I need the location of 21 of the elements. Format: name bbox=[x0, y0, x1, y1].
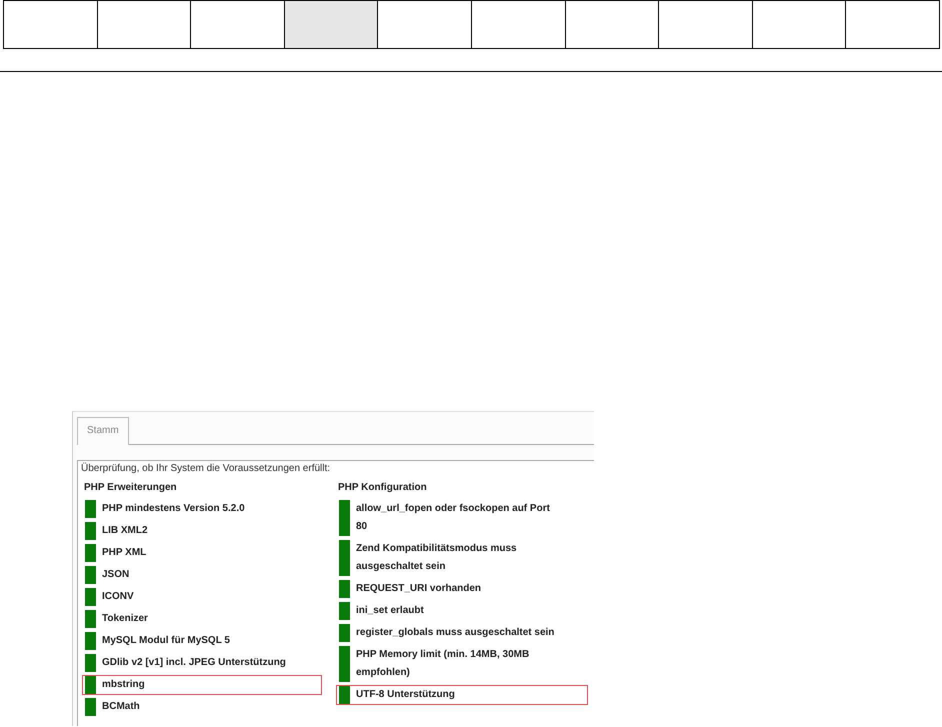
section-heading: PHP Konfiguration bbox=[338, 482, 428, 493]
requirement-label: REQUEST_URI vorhanden bbox=[356, 582, 482, 596]
tab[interactable]: Stamm bbox=[77, 417, 129, 445]
requirement-label: ini_set erlaubt bbox=[356, 604, 424, 618]
requirement-label: allow_url_fopen oder fsockopen auf Port 80 bbox=[356, 502, 551, 534]
requirement-label: Tokenizer bbox=[102, 612, 148, 626]
requirement-label: mbstring bbox=[102, 678, 145, 692]
requirement-label: BCMath bbox=[102, 700, 140, 714]
requirement-label: PHP Memory limit (min. 14MB, 30MB empfohlen) bbox=[356, 648, 530, 680]
requirement-label: GDlib v2 [v1] incl. JPEG Unterstützung bbox=[102, 656, 286, 670]
requirement-label: UTF-8 Unterstützung bbox=[356, 688, 455, 702]
section-heading: PHP Erweiterungen bbox=[84, 482, 178, 493]
requirement-label: PHP mindestens Version 5.2.0 bbox=[102, 502, 245, 516]
requirement-label: JSON bbox=[102, 568, 130, 582]
requirement-label: register_globals muss ausgeschaltet sein bbox=[356, 626, 554, 640]
requirement-label: Zend Kompatibilitätsmodus muss ausgeschaltet sein bbox=[356, 542, 518, 574]
requirement-label: LIB XML2 bbox=[102, 524, 148, 538]
intro-text: Überprüfung, ob Ihr System die Voraussetzungen erfüllt: bbox=[81, 463, 332, 474]
requirement-label: MySQL Modul für MySQL 5 bbox=[102, 634, 230, 648]
requirement-label: PHP XML bbox=[102, 546, 146, 560]
requirement-label: ICONV bbox=[102, 590, 134, 604]
